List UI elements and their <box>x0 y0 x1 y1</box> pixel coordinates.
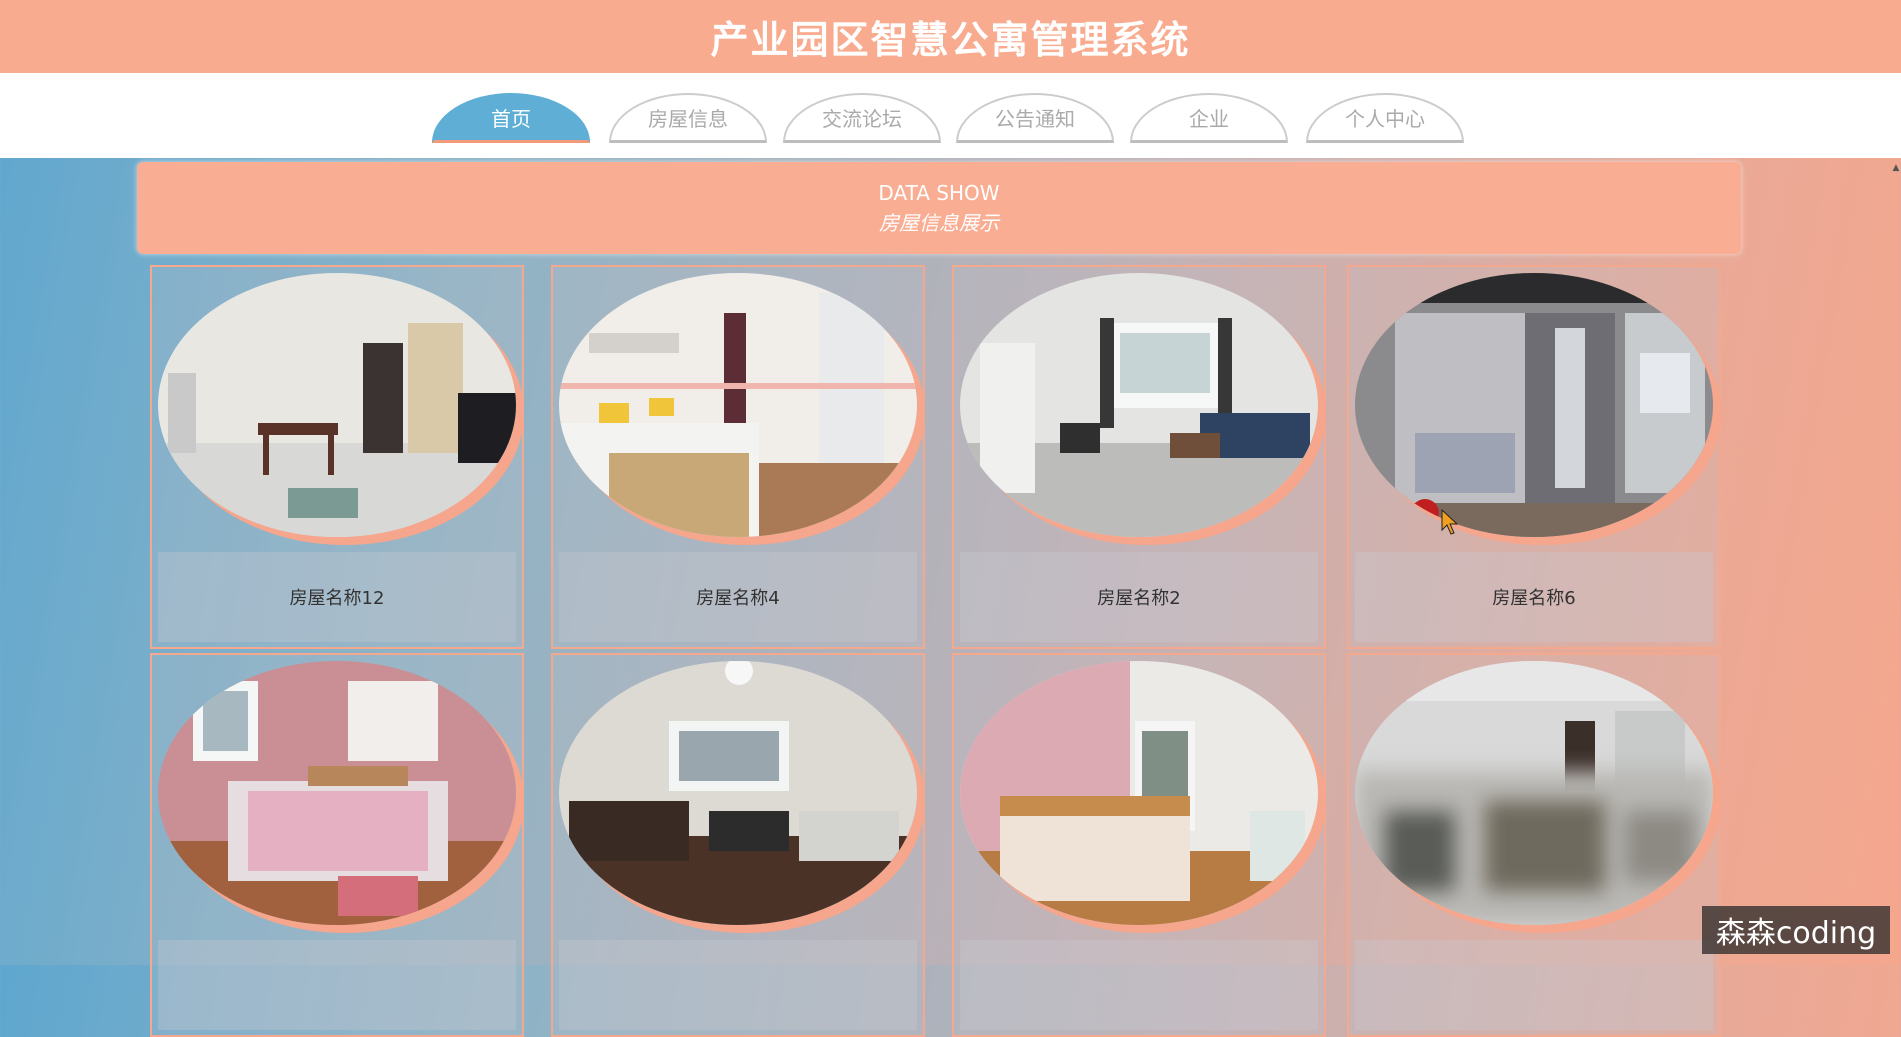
section-banner: DATA SHOW 房屋信息展示 <box>137 162 1741 254</box>
house-photo[interactable] <box>960 273 1318 537</box>
house-photo[interactable] <box>158 273 516 537</box>
house-name <box>158 940 516 1030</box>
house-photo[interactable] <box>1355 661 1713 925</box>
house-name <box>960 940 1318 1030</box>
house-name: 房屋名称6 <box>1355 552 1713 642</box>
house-photo[interactable] <box>559 661 917 925</box>
nav-tab-house-info[interactable]: 房屋信息 <box>609 93 767 143</box>
nav-tab-home[interactable]: 首页 <box>432 93 590 143</box>
house-card[interactable] <box>150 653 524 1037</box>
house-card[interactable]: 房屋名称12 <box>150 265 524 649</box>
nav-tab-notice[interactable]: 公告通知 <box>956 93 1114 143</box>
section-heading-en: DATA SHOW <box>878 181 1000 205</box>
app-title: 产业园区智慧公寓管理系统 <box>710 18 1191 62</box>
section-heading-cn: 房屋信息展示 <box>879 211 999 235</box>
house-card[interactable] <box>1347 653 1721 1037</box>
header-bar: 产业园区智慧公寓管理系统 <box>0 0 1901 73</box>
house-card[interactable] <box>952 653 1326 1037</box>
nav-tab-personal-center[interactable]: 个人中心 <box>1306 93 1464 143</box>
house-photo[interactable] <box>960 661 1318 925</box>
house-photo[interactable] <box>158 661 516 925</box>
house-card[interactable]: 房屋名称6 <box>1347 265 1721 649</box>
house-name: 房屋名称12 <box>158 552 516 642</box>
main-nav: 首页 房屋信息 交流论坛 公告通知 企业 个人中心 <box>0 73 1901 158</box>
house-card[interactable]: 房屋名称4 <box>551 265 925 649</box>
house-name: 房屋名称4 <box>559 552 917 642</box>
house-name: 房屋名称2 <box>960 552 1318 642</box>
house-name <box>559 940 917 1030</box>
vertical-scrollbar[interactable] <box>1891 160 1901 770</box>
mouse-cursor-icon <box>1441 508 1459 535</box>
house-card[interactable] <box>551 653 925 1037</box>
nav-tab-enterprise[interactable]: 企业 <box>1130 93 1288 143</box>
house-photo[interactable] <box>1355 273 1713 537</box>
house-name <box>1355 940 1713 1030</box>
house-card[interactable]: 房屋名称2 <box>952 265 1326 649</box>
watermark: 森森coding <box>1702 906 1890 954</box>
house-photo[interactable] <box>559 273 917 537</box>
nav-tab-forum[interactable]: 交流论坛 <box>783 93 941 143</box>
